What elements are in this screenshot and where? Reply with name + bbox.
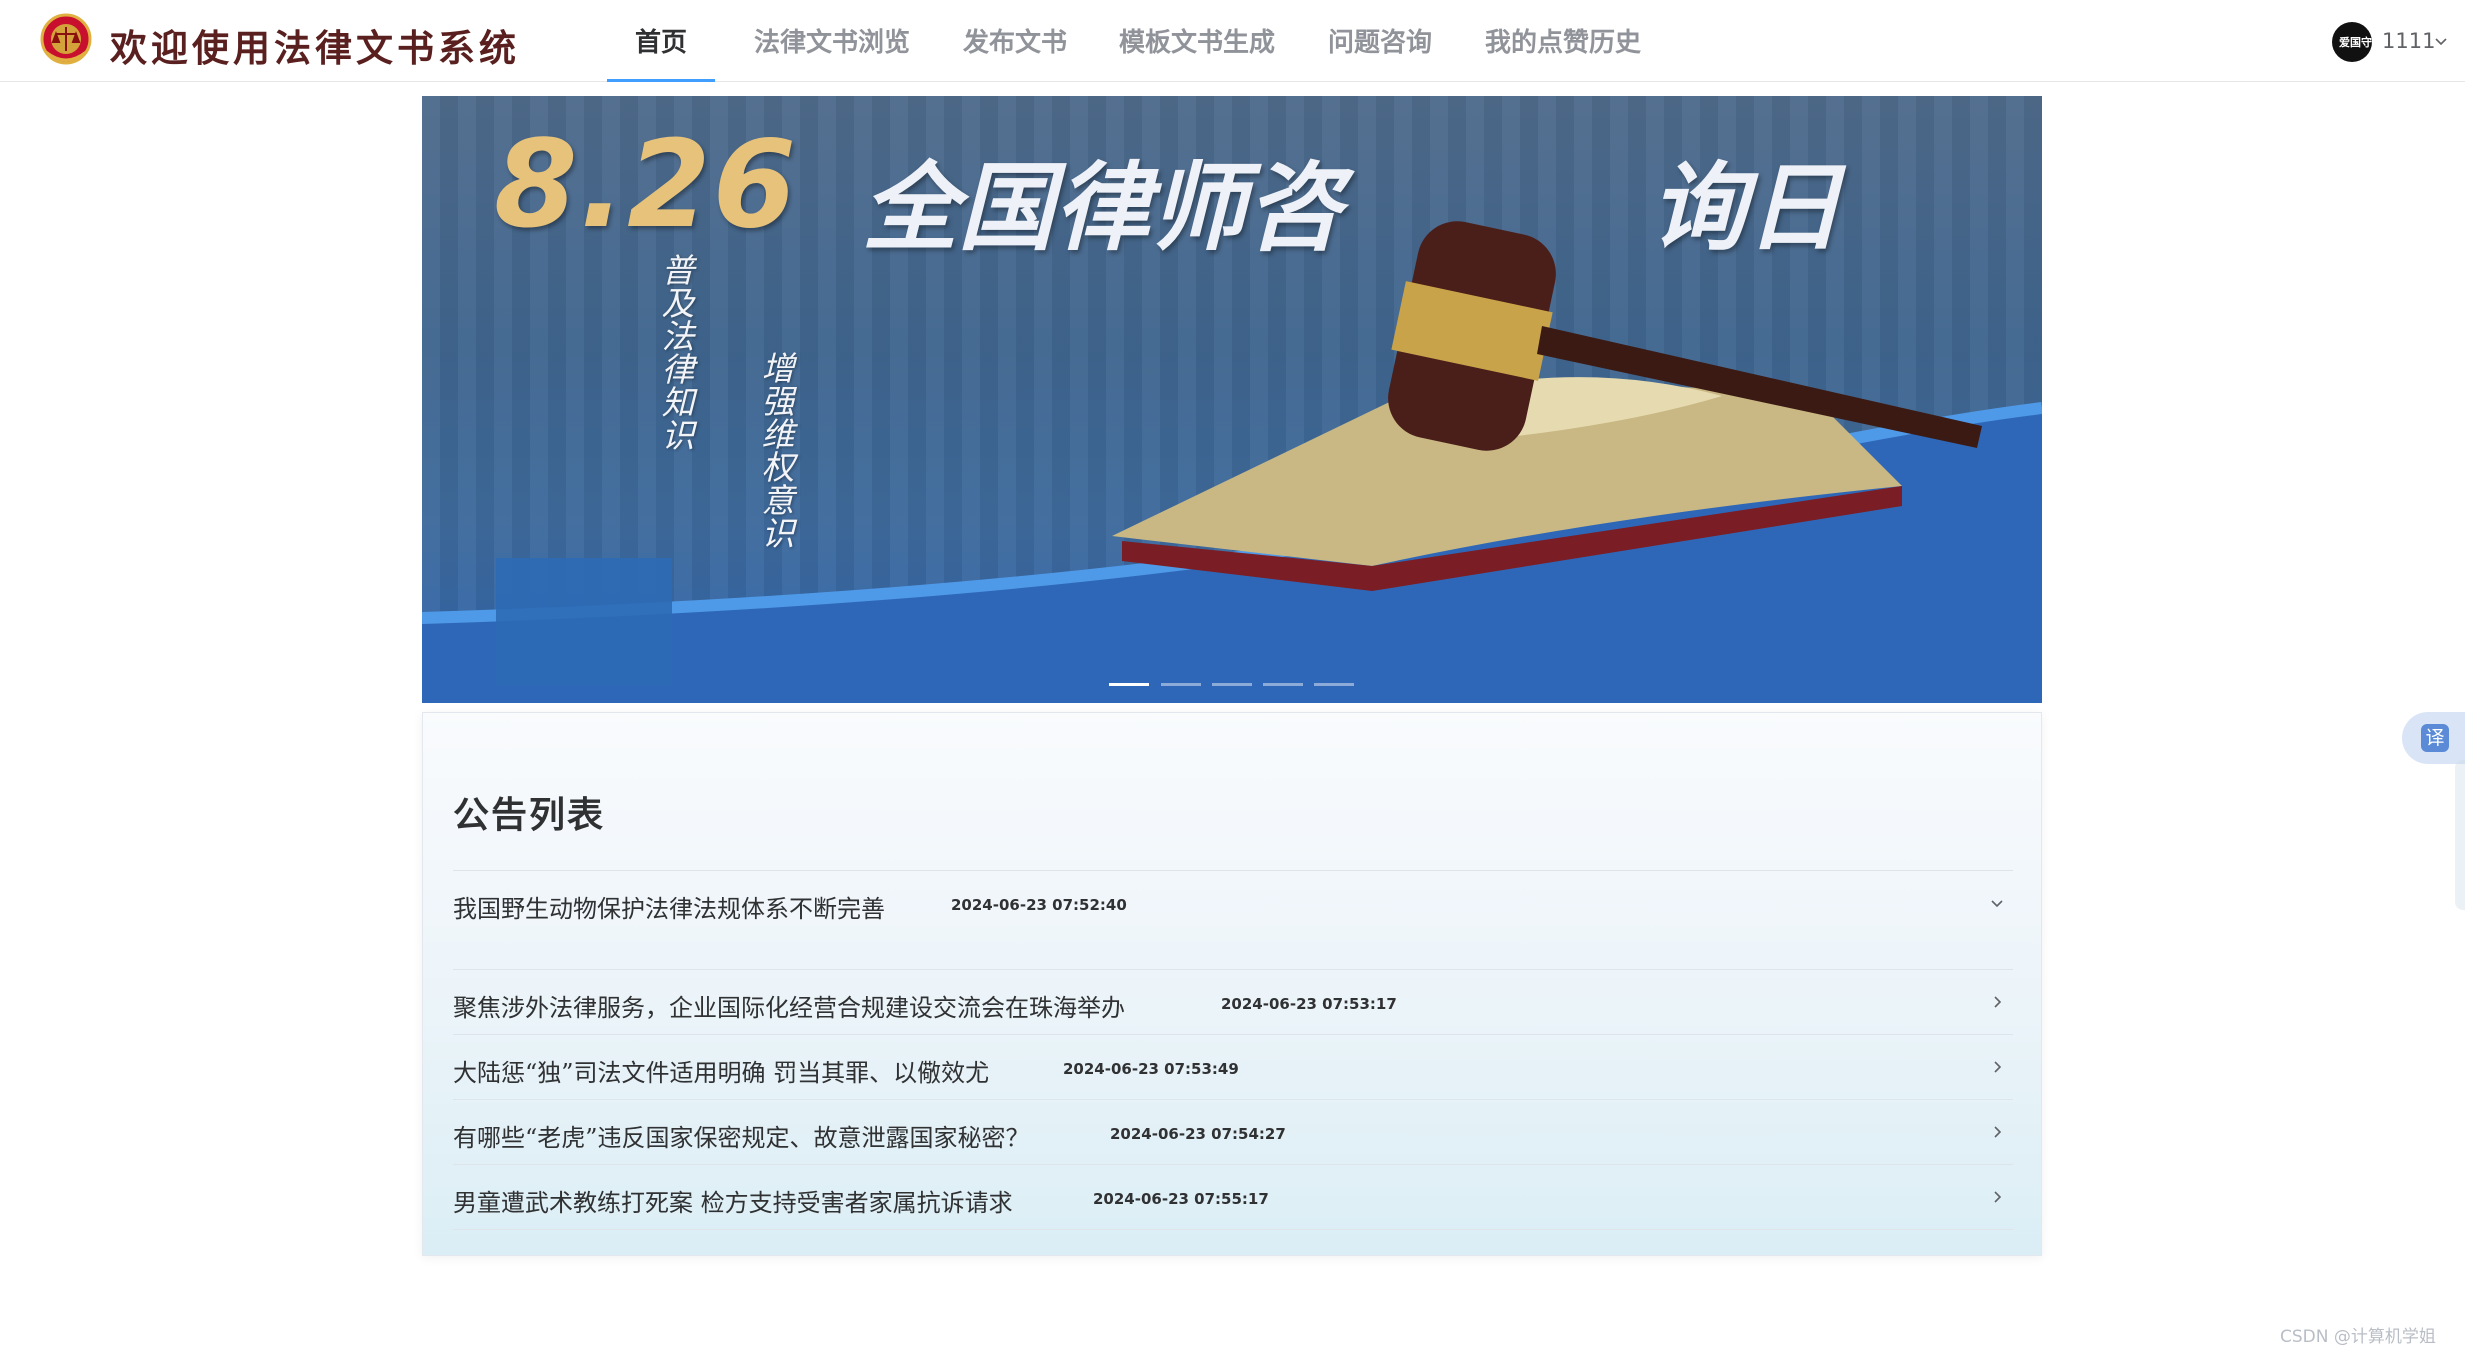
announcement-title: 公告列表 [453,794,606,836]
announcement-item-title: 聚焦涉外法律服务，企业国际化经营合规建设交流会在珠海举办 [453,994,1125,1022]
banner-vertical-slogan-2: 增强维权意识 [761,349,795,553]
nav-item-publish-document[interactable]: 发布文书 [950,0,1080,82]
translate-button[interactable]: 译 [2402,712,2465,764]
avatar-text: 爱国守法 [2339,35,2383,49]
banner-headline-left: 全国律师咨 [862,152,1342,264]
announcement-list: 我国野生动物保护法律法规体系不断完善 2024-06-23 07:52:40 聚… [453,870,2013,1230]
banner-headline-right: 询日 [1650,152,1842,264]
announcement-item-time: 2024-06-23 07:52:40 [951,896,1127,914]
chevron-right-icon[interactable] [1988,993,2006,1011]
carousel-indicator[interactable] [1109,683,1149,686]
announcement-item[interactable]: 聚焦涉外法律服务，企业国际化经营合规建设交流会在珠海举办 2024-06-23 … [453,970,2013,1035]
announcement-item-title: 大陆惩“独”司法文件适用明确 罚当其罪、以儆效尤 [453,1059,990,1087]
announcement-item[interactable]: 有哪些“老虎”违反国家保密规定、故意泄露国家秘密？ 2024-06-23 07:… [453,1100,2013,1165]
carousel-indicator[interactable] [1314,683,1354,686]
nav-item-browse-documents[interactable]: 法律文书浏览 [742,0,922,82]
nav-item-home[interactable]: 首页 [607,0,715,82]
chevron-right-icon[interactable] [1988,1188,2006,1206]
announcement-item[interactable]: 大陆惩“独”司法文件适用明确 罚当其罪、以儆效尤 2024-06-23 07:5… [453,1035,2013,1100]
translate-icon: 译 [2421,724,2449,752]
nav-item-template-generation[interactable]: 模板文书生成 [1107,0,1287,82]
username[interactable]: 1111 [2382,29,2435,53]
banner-headline-number: 8.26 [494,116,799,255]
app-title: 欢迎使用法律文书系统 [110,26,520,70]
chevron-right-icon[interactable] [1988,1058,2006,1076]
chevron-right-icon[interactable] [1988,1123,2006,1141]
announcement-item[interactable]: 男童遭武术教练打死案 检方支持受害者家属抗诉请求 2024-06-23 07:5… [453,1165,2013,1230]
banner-carousel[interactable]: 8.26 全国律师咨 询日 普及法律知识 增强维权意识 [422,96,2042,703]
announcement-item-time: 2024-06-23 07:53:49 [1063,1060,1239,1078]
banner-vertical-slogan-1: 普及法律知识 [661,251,695,455]
announcement-panel: 公告列表 我国野生动物保护法律法规体系不断完善 2024-06-23 07:52… [422,712,2042,1256]
carousel-indicator[interactable] [1212,683,1252,686]
announcement-item-title: 我国野生动物保护法律法规体系不断完善 [453,895,885,923]
carousel-indicator[interactable] [1263,683,1303,686]
nav-item-like-history[interactable]: 我的点赞历史 [1473,0,1653,82]
nav-item-question-consult[interactable]: 问题咨询 [1315,0,1445,82]
side-drawer-handle[interactable] [2455,760,2465,910]
chevron-down-icon[interactable] [2432,32,2450,50]
announcement-item-time: 2024-06-23 07:53:17 [1221,995,1397,1013]
avatar[interactable]: 爱国守法 [2332,22,2383,62]
watermark: CSDN @计算机学姐 [2280,1327,2436,1347]
announcement-item[interactable]: 我国野生动物保护法律法规体系不断完善 2024-06-23 07:52:40 [453,871,2013,970]
announcement-item-title: 男童遭武术教练打死案 检方支持受害者家属抗诉请求 [453,1189,1013,1217]
announcement-item-time: 2024-06-23 07:54:27 [1110,1125,1286,1143]
announcement-item-title: 有哪些“老虎”违反国家保密规定、故意泄露国家秘密？ [453,1124,1030,1152]
top-navbar: 欢迎使用法律文书系统 首页 法律文书浏览 发布文书 模板文书生成 问题咨询 我的… [0,0,2465,82]
carousel-indicator[interactable] [1161,683,1201,686]
chevron-down-icon[interactable] [1988,894,2006,912]
announcement-item-time: 2024-06-23 07:55:17 [1093,1190,1269,1208]
court-emblem-logo [40,13,92,65]
